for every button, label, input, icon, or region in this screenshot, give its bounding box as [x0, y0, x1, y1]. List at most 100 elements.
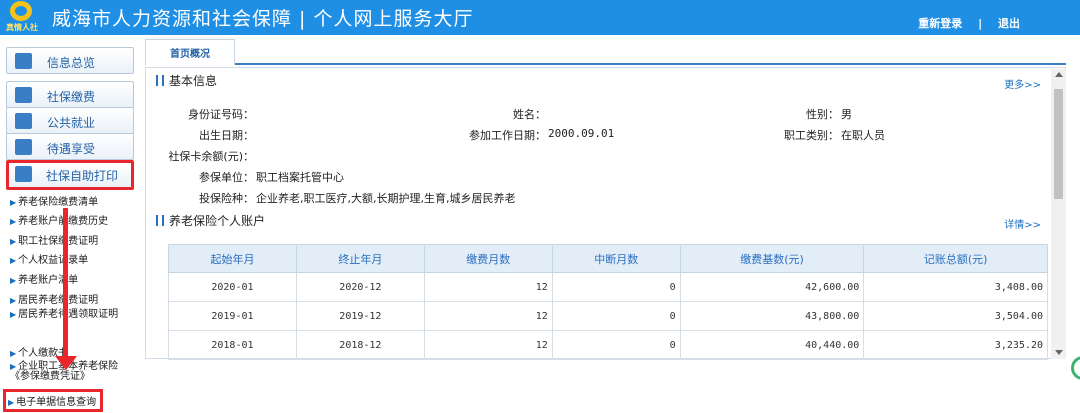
relogin-link[interactable]: 重新登录: [918, 15, 962, 31]
logo: 真情人社: [6, 1, 38, 34]
sub-item-payment-proof[interactable]: ▶ 职工社保缴费证明: [10, 232, 98, 247]
annotation-arrow-head-icon: [55, 356, 77, 370]
basic-info-section-title: 基本信息: [156, 72, 217, 89]
table-cell: 3,235.20: [863, 330, 1048, 360]
pension-title: 养老保险个人账户: [169, 214, 266, 228]
site-title: 威海市人力资源和社会保障 | 个人网上服务大厅: [52, 8, 474, 30]
scroll-thumb[interactable]: [1054, 89, 1063, 199]
sub-item-label: 职工社保缴费证明: [18, 236, 99, 247]
id-label: 身份证号码：: [188, 108, 254, 121]
table-cell: 0: [551, 272, 681, 302]
bullet-triangle-icon: ▶: [10, 198, 17, 207]
table-cell: 2018-12: [295, 330, 425, 360]
detail-link[interactable]: 详情>>: [1004, 216, 1041, 231]
table-cell: 2018-01: [168, 330, 297, 360]
sub-item-pension-history[interactable]: ▶养老账户前缴费历史: [10, 212, 108, 227]
logo-emblem-icon: [10, 1, 32, 21]
work-date-value: 2000.09.01: [548, 127, 615, 140]
info-overview-icon: [15, 53, 32, 69]
table-cell: 40,440.00: [679, 330, 865, 360]
table-row: 2020-01 2020-12 12 0 42,600.00 3,408.00: [168, 272, 1048, 302]
menu-label: 信息总览: [47, 56, 96, 70]
menu-employment[interactable]: 公共就业: [6, 107, 134, 134]
logout-link[interactable]: 退出: [998, 15, 1020, 31]
vertical-scrollbar[interactable]: [1051, 69, 1066, 359]
column-header: 中断月数: [551, 244, 681, 273]
employee-type-label: 职工类别：: [784, 129, 839, 142]
payment-icon: [15, 87, 32, 103]
bullet-triangle-icon: ▶: [10, 217, 17, 226]
main-content: 首页概况 基本信息 更多>> 身份证号码： 姓名： 性别： 男 出生日期： 参加…: [145, 37, 1066, 360]
top-links: 重新登录 | 退出: [918, 15, 1020, 31]
menu-label: 待遇享受: [47, 142, 96, 156]
employment-icon: [15, 113, 32, 129]
menu-label: 公共就业: [47, 116, 96, 130]
name-label: 姓名：: [513, 108, 546, 121]
table-cell: 2020-12: [295, 272, 425, 302]
column-header: 缴费月数: [423, 244, 553, 273]
sub-item-label: 个人权益记录单: [18, 255, 89, 266]
menu-benefits[interactable]: 待遇享受: [6, 133, 134, 160]
unit-label: 参保单位：: [199, 171, 254, 184]
column-header: 起始年月: [168, 244, 297, 273]
table-cell: 42,600.00: [679, 272, 865, 302]
table-cell: 2019-12: [295, 301, 425, 331]
table-cell: 12: [423, 330, 553, 360]
header-bar: 真情人社 威海市人力资源和社会保障 | 个人网上服务大厅 重新登录 | 退出: [0, 0, 1080, 35]
birth-label: 出生日期：: [199, 129, 254, 142]
bullet-triangle-icon: ▶: [10, 256, 17, 265]
sub-item-label: 养老账户清单: [18, 275, 79, 286]
column-header: 记账总额(元): [863, 244, 1048, 273]
bullet-triangle-icon: ▶: [10, 276, 17, 285]
menu-self-print[interactable]: 社保自助打印: [6, 160, 134, 190]
table-cell: 12: [423, 301, 553, 331]
table-cell: 3,408.00: [863, 272, 1048, 302]
bullet-triangle-icon: ▶: [10, 237, 17, 246]
menu-label: 社保缴费: [47, 90, 96, 104]
table-row: 2019-01 2019-12 12 0 43,800.00 3,504.00: [168, 301, 1048, 331]
bullet-triangle-icon: ▶: [8, 398, 15, 407]
sub-item-rights-record[interactable]: ▶ 个人权益记录单: [10, 251, 88, 266]
tab-bar: 首页概况: [145, 37, 1066, 65]
column-header: 终止年月: [295, 244, 425, 273]
gender-value: 男: [841, 108, 852, 121]
insurance-value: 企业养老,职工医疗,大额,长期护理,生育,城乡居民养老: [256, 192, 516, 205]
sub-item-label: 养老保险缴费清单: [18, 197, 99, 208]
sub-item-label: 居民养老缴费证明: [18, 295, 99, 306]
menu-label: 社保自助打印: [46, 169, 119, 183]
bullet-triangle-icon: ▶: [10, 349, 17, 358]
gender-label: 性别：: [806, 108, 839, 121]
scroll-down-icon[interactable]: [1055, 350, 1063, 355]
table-cell: 2019-01: [168, 301, 297, 331]
section-bar-icon: [156, 215, 164, 226]
sub-item-pension-payment-list[interactable]: ▶ 养老保险缴费清单: [10, 193, 98, 208]
benefits-icon: [15, 139, 32, 155]
employee-type-value: 在职人员: [841, 129, 885, 142]
table-cell: 43,800.00: [679, 301, 865, 331]
table-cell: 0: [551, 301, 681, 331]
tab-overview[interactable]: 首页概况: [145, 39, 235, 65]
overview-panel: 基本信息 更多>> 身份证号码： 姓名： 性别： 男 出生日期： 参加工作日期：…: [145, 67, 1066, 360]
sub-item-label: 居民养老待遇领取证明: [18, 309, 119, 320]
table-cell: 2020-01: [168, 272, 297, 302]
sub-item-resident-benefit-proof[interactable]: ▶ 居民养老待遇领取证明: [10, 310, 134, 320]
insurance-label: 投保险种：: [199, 192, 254, 205]
column-header: 缴费基数(元): [679, 244, 865, 273]
table-header-row: 起始年月 终止年月 缴费月数 中断月数 缴费基数(元) 记账总额(元): [168, 244, 1048, 273]
basic-info-title: 基本信息: [169, 74, 218, 88]
floating-service-button[interactable]: [1071, 356, 1080, 380]
sub-item-resident-payment-proof[interactable]: ▶ 居民养老缴费证明: [10, 291, 98, 306]
annotation-arrow: [63, 208, 68, 358]
bullet-triangle-icon: ▶: [10, 310, 17, 319]
table-cell: 3,504.00: [863, 301, 1048, 331]
bullet-triangle-icon: ▶: [10, 296, 17, 305]
sub-item-e-receipt-query[interactable]: ▶ 电子单据信息查询: [3, 389, 104, 412]
table-row: 2018-01 2018-12 12 0 40,440.00 3,235.20: [168, 330, 1048, 360]
scroll-up-icon[interactable]: [1055, 72, 1063, 77]
pension-section-title: 养老保险个人账户: [156, 212, 265, 229]
menu-payment[interactable]: 社保缴费: [6, 81, 134, 108]
table-cell: 0: [551, 330, 681, 360]
more-link[interactable]: 更多>>: [1004, 76, 1041, 91]
pension-table: 起始年月 终止年月 缴费月数 中断月数 缴费基数(元) 记账总额(元) 2020…: [168, 244, 1048, 360]
menu-info-overview[interactable]: 信息总览: [6, 47, 134, 74]
